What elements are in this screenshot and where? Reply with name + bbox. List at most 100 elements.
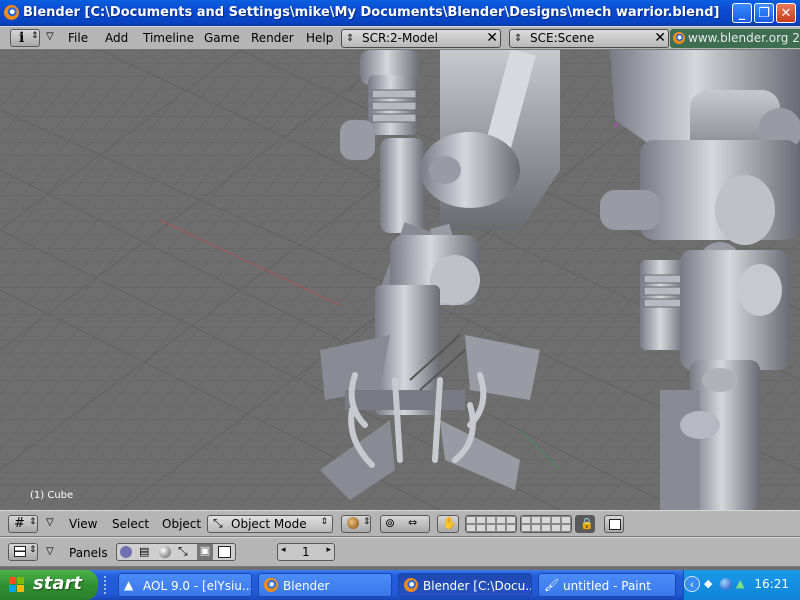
scene-selector[interactable]: ⇕ SCE:Scene ✕ (509, 29, 669, 48)
editing-context-icon[interactable]: ▣ (197, 544, 213, 560)
scene-context-icon[interactable] (218, 546, 231, 558)
hand-icon: ✋ (442, 516, 457, 530)
decrement-arrow-icon[interactable]: ◂ (281, 545, 286, 555)
updown-arrow-icon: ⇕ (31, 31, 39, 41)
collapse-menu-triangle-icon[interactable]: ▽ (46, 517, 54, 528)
object-mode-icon: ⤡ (213, 516, 223, 530)
menu-help[interactable]: Help (306, 31, 333, 45)
lock-icon: 🔒 (580, 517, 594, 530)
frame-value: 1 (302, 545, 310, 559)
image-icon (609, 519, 621, 530)
lock-layers-button[interactable]: 🔒 (575, 515, 595, 533)
delete-scene-icon[interactable]: ✕ (654, 30, 666, 47)
increment-arrow-icon[interactable]: ▸ (326, 545, 331, 555)
info-window-type-button[interactable]: i ⇕ (10, 29, 40, 47)
grid-icon: # (14, 516, 25, 531)
blender-logo-icon (673, 32, 685, 44)
screen-selector[interactable]: ⇕ SCR:2-Model ✕ (341, 29, 501, 48)
manipulator-icon: ⇔ (408, 516, 418, 529)
mode-label: Object Mode (231, 517, 307, 531)
minimize-button[interactable]: _ (732, 3, 752, 23)
updown-arrow-icon: ⇕ (320, 517, 328, 527)
url-text: www.blender.org 2 (688, 31, 800, 45)
task-aol[interactable]: ▲ AOL 9.0 - [elYsiu... (118, 573, 252, 597)
window-title: Blender [C:\Documents and Settings\mike\… (23, 5, 720, 20)
paint-icon: 🖌 (544, 578, 560, 592)
start-label: start (33, 573, 82, 594)
collapse-menu-triangle-icon[interactable]: ▽ (46, 31, 54, 42)
editor-type-button[interactable]: # ⇕ (8, 515, 38, 533)
shading-context-icon[interactable] (159, 546, 171, 558)
restore-button[interactable]: ❐ (754, 3, 774, 23)
buttons-window-header: ⇕ ▽ Panels ▤ ⤡ ▣ ◂ 1 ▸ (0, 537, 800, 567)
network-icon[interactable] (720, 578, 732, 590)
updown-arrow-icon: ⇕ (29, 545, 37, 555)
delete-screen-icon[interactable]: ✕ (486, 30, 498, 47)
layer-grid[interactable] (521, 516, 571, 532)
updown-arrow-icon: ⇕ (346, 33, 355, 44)
menu-game[interactable]: Game (204, 31, 240, 45)
context-buttons[interactable]: ▤ ⤡ ▣ (116, 543, 236, 561)
script-context-icon[interactable]: ▤ (139, 545, 149, 558)
info-icon: i (19, 30, 25, 46)
task-label: untitled - Paint (563, 579, 651, 593)
volume-icon[interactable]: ◆ (704, 577, 712, 590)
task-label: AOL 9.0 - [elYsiu... (143, 579, 252, 593)
frame-number-field[interactable]: ◂ 1 ▸ (277, 543, 335, 561)
task-label: Blender [C:\Docu... (423, 579, 532, 593)
draw-type-button[interactable]: ⇕ (341, 515, 371, 533)
menu-render[interactable]: Render (251, 31, 294, 45)
layer-buttons-right[interactable] (520, 515, 572, 533)
main-menu-header: i ⇕ ▽ File Add Timeline Game Render Help… (0, 26, 800, 50)
layer-grid[interactable] (466, 516, 516, 532)
system-tray: ‹ ◆ ▲ 16:21 (683, 570, 800, 600)
3d-cursor-dot (614, 123, 618, 127)
updown-arrow-icon: ⇕ (29, 517, 37, 527)
security-icon[interactable]: ▲ (736, 577, 744, 590)
menu-timeline[interactable]: Timeline (143, 31, 194, 45)
active-object-label: (1) Cube (30, 490, 74, 501)
quick-launch-grip (104, 576, 109, 594)
windows-logo-icon (9, 577, 24, 592)
start-button[interactable]: start (0, 570, 98, 600)
menu-view[interactable]: View (69, 517, 97, 531)
blender-icon (404, 578, 418, 592)
pivot-icon: ⊚ (385, 516, 396, 530)
windows-taskbar: start ▲ AOL 9.0 - [elYsiu... Blender Ble… (0, 570, 800, 600)
3d-viewport[interactable]: (1) Cube (0, 50, 800, 510)
aol-icon: ▲ (124, 578, 134, 592)
task-blender[interactable]: Blender (258, 573, 392, 597)
render-preview-button[interactable] (604, 515, 624, 533)
scene-name: SCE:Scene (530, 31, 595, 45)
updown-arrow-icon: ⇕ (514, 33, 523, 44)
editor-type-button[interactable]: ⇕ (8, 543, 38, 561)
task-label: Blender (283, 579, 330, 593)
logic-context-icon[interactable] (120, 546, 132, 558)
grab-hand-button[interactable]: ✋ (437, 515, 459, 533)
blender-app-icon (4, 5, 19, 20)
updown-arrow-icon: ⇕ (363, 517, 371, 527)
object-context-icon[interactable]: ⤡ (178, 544, 188, 559)
menu-file[interactable]: File (68, 31, 88, 45)
panels-menu[interactable]: Panels (69, 546, 108, 560)
3d-view-header: # ⇕ ▽ View Select Object ⤡ Object Mode ⇕… (0, 510, 800, 537)
mode-selector[interactable]: ⤡ Object Mode ⇕ (207, 515, 333, 533)
viewport-scene (0, 50, 800, 510)
layer-buttons-left[interactable] (465, 515, 517, 533)
menu-object[interactable]: Object (162, 517, 201, 531)
menu-add[interactable]: Add (105, 31, 128, 45)
pivot-selector[interactable]: ⊚ ⇔ (380, 515, 430, 533)
task-blender-active[interactable]: Blender [C:\Docu... (398, 573, 532, 597)
screen-name: SCR:2-Model (362, 31, 439, 45)
collapse-menu-triangle-icon[interactable]: ▽ (46, 546, 54, 557)
clock: 16:21 (754, 577, 789, 591)
buttons-window-icon (14, 546, 26, 557)
blender-website-link[interactable]: www.blender.org 2 (670, 29, 800, 48)
task-paint[interactable]: 🖌 untitled - Paint (538, 573, 676, 597)
menu-select[interactable]: Select (112, 517, 149, 531)
close-button[interactable]: ✕ (776, 3, 796, 23)
window-title-bar[interactable]: Blender [C:\Documents and Settings\mike\… (0, 0, 800, 26)
tray-expand-icon[interactable]: ‹ (684, 576, 700, 592)
shading-icon (347, 517, 359, 529)
blender-icon (264, 578, 278, 592)
